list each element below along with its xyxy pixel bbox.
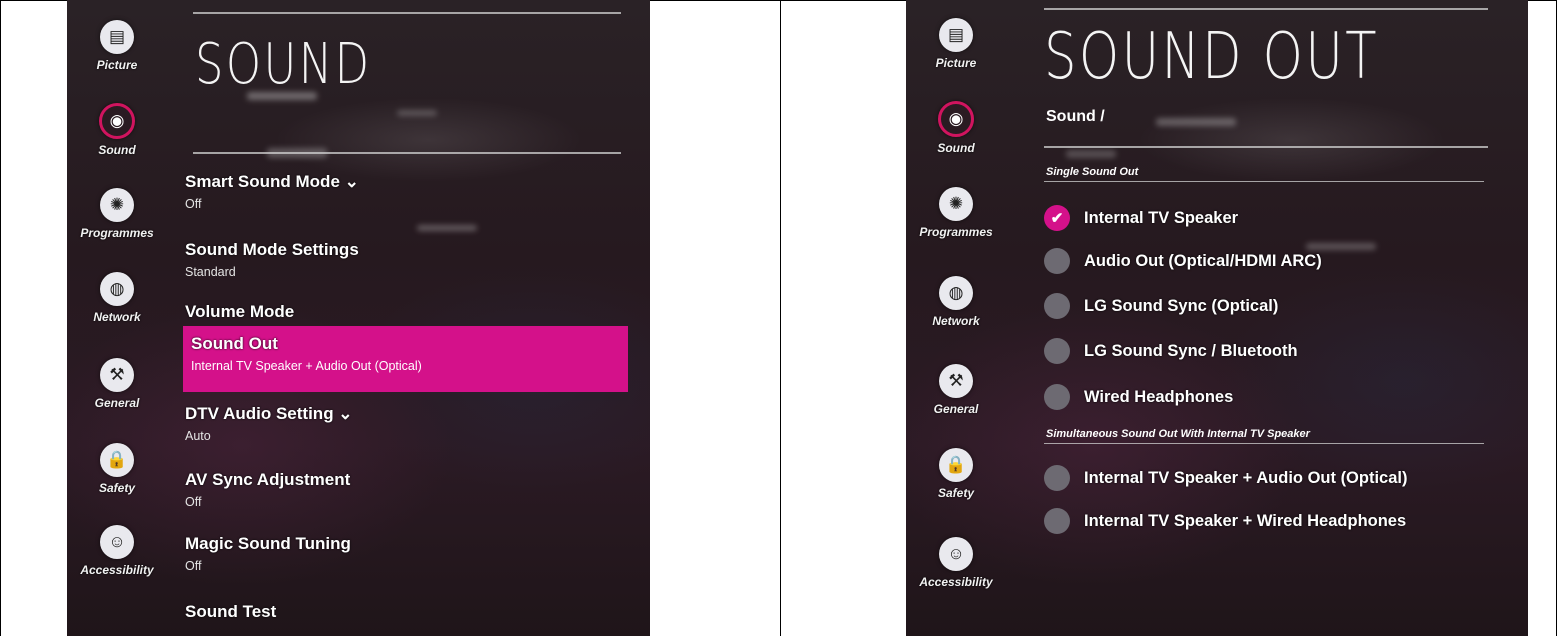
safety-icon: 🔒 xyxy=(100,443,134,477)
sidebar-item-sound[interactable]: ◉ Sound xyxy=(906,101,1006,155)
sound-icon: ◉ xyxy=(99,103,135,139)
sidebar-item-picture[interactable]: ▤ Picture xyxy=(906,18,1006,70)
sound-out-option[interactable]: Internal TV Speaker + Audio Out (Optical… xyxy=(1044,465,1407,491)
option-label: LG Sound Sync (Optical) xyxy=(1084,296,1279,315)
accessibility-icon: ☺ xyxy=(939,537,973,571)
menu-item-sound-test[interactable]: Sound Test xyxy=(185,602,625,622)
sidebar-item-programmes[interactable]: ✺ Programmes xyxy=(906,187,1006,239)
sidebar-item-label: Safety xyxy=(937,486,975,500)
radio-unchecked-icon[interactable] xyxy=(1044,384,1070,410)
sidebar-item-label: General xyxy=(94,396,140,410)
sidebar-item-accessibility[interactable]: ☺ Accessibility xyxy=(906,537,1006,589)
sidebar-item-safety[interactable]: 🔒 Safety xyxy=(67,443,167,495)
radio-unchecked-icon[interactable] xyxy=(1044,465,1070,491)
sound-out-option[interactable]: Wired Headphones xyxy=(1044,384,1233,410)
radio-unchecked-icon[interactable] xyxy=(1044,338,1070,364)
top-divider xyxy=(1044,8,1488,10)
menu-item-value: Off xyxy=(185,197,202,211)
safety-icon: 🔒 xyxy=(939,448,973,482)
option-label: Audio Out (Optical/HDMI ARC) xyxy=(1084,251,1322,270)
general-icon: ⚒ xyxy=(939,364,973,398)
menu-item-smart-sound-mode[interactable]: Smart Sound Mode ⌄ Off xyxy=(185,172,625,211)
sidebar-item-label: Sound xyxy=(98,143,136,157)
left-tv-screen: SOUND ▤ Picture ◉ Sound ✺ Programmes ◍ Network ⚒… xyxy=(67,0,650,636)
menu-item-value: Off xyxy=(185,559,202,573)
top-divider xyxy=(193,12,621,14)
section-label-single: Single Sound Out xyxy=(1046,166,1139,178)
menu-item-title: Magic Sound Tuning xyxy=(185,534,351,553)
section-divider xyxy=(1044,443,1484,444)
accessibility-icon: ☺ xyxy=(100,525,134,559)
sidebar-item-safety[interactable]: 🔒 Safety xyxy=(906,448,1006,500)
sound-out-option[interactable]: Internal TV Speaker + Wired Headphones xyxy=(1044,508,1406,534)
menu-item-title: Volume Mode xyxy=(185,302,295,321)
section-label-simultaneous: Simultaneous Sound Out With Internal TV … xyxy=(1046,428,1310,440)
option-label: Internal TV Speaker + Wired Headphones xyxy=(1084,511,1407,530)
sidebar-item-general[interactable]: ⚒ General xyxy=(906,364,1006,416)
programmes-icon: ✺ xyxy=(100,188,134,222)
menu-item-title: Sound Mode Settings xyxy=(185,240,359,259)
option-label: LG Sound Sync / Bluetooth xyxy=(1084,341,1298,360)
network-icon: ◍ xyxy=(939,276,973,310)
sidebar-item-network[interactable]: ◍ Network xyxy=(906,276,1006,328)
sound-out-option[interactable]: Audio Out (Optical/HDMI ARC) xyxy=(1044,248,1322,274)
menu-item-av-sync-adjustment[interactable]: AV Sync Adjustment Off xyxy=(185,470,625,509)
panel-divider xyxy=(780,0,781,636)
option-label: Internal TV Speaker xyxy=(1084,208,1239,227)
radio-unchecked-icon[interactable] xyxy=(1044,248,1070,274)
sidebar-item-label: Accessibility xyxy=(919,575,993,589)
sidebar-item-label: Programmes xyxy=(919,225,993,239)
title-divider xyxy=(193,152,621,154)
general-icon: ⚒ xyxy=(100,358,134,392)
menu-item-magic-sound-tuning[interactable]: Magic Sound Tuning Off xyxy=(185,534,625,573)
option-label: Wired Headphones xyxy=(1084,387,1234,406)
menu-item-value: Auto xyxy=(185,429,211,443)
section-divider xyxy=(1044,181,1484,182)
option-label: Internal TV Speaker + Audio Out (Optical… xyxy=(1084,468,1408,487)
right-tv-screen: SOUND OUT Sound / Single Sound Out Simul… xyxy=(906,0,1528,636)
sidebar-item-sound[interactable]: ◉ Sound xyxy=(67,103,167,157)
menu-item-value: Internal TV Speaker + Audio Out (Optical… xyxy=(191,359,422,373)
menu-item-title: Smart Sound Mode ⌄ xyxy=(185,172,359,191)
sidebar-item-label: Programmes xyxy=(80,226,154,240)
sidebar-item-label: Safety xyxy=(98,481,136,495)
sidebar-item-label: Picture xyxy=(96,58,138,72)
menu-item-title: Sound Test xyxy=(185,602,277,621)
menu-item-value: Standard xyxy=(185,265,236,279)
menu-item-sound-out[interactable]: Sound Out Internal TV Speaker + Audio Out… xyxy=(183,326,628,392)
menu-item-sound-mode-settings[interactable]: Sound Mode Settings Standard xyxy=(185,240,625,279)
sidebar-item-network[interactable]: ◍ Network xyxy=(67,272,167,324)
sidebar-item-label: General xyxy=(933,402,979,416)
menu-item-title: Sound Out xyxy=(191,334,278,353)
sound-icon: ◉ xyxy=(938,101,974,137)
menu-item-title: DTV Audio Setting ⌄ xyxy=(185,404,353,423)
sound-out-option[interactable]: LG Sound Sync (Optical) xyxy=(1044,293,1278,319)
title-divider xyxy=(1044,146,1488,148)
programmes-icon: ✺ xyxy=(939,187,973,221)
sidebar-item-picture[interactable]: ▤ Picture xyxy=(67,20,167,72)
page-title: SOUND OUT xyxy=(1044,20,1379,94)
menu-item-title: AV Sync Adjustment xyxy=(185,470,351,489)
sound-out-option[interactable]: LG Sound Sync / Bluetooth xyxy=(1044,338,1298,364)
radio-unchecked-icon[interactable] xyxy=(1044,508,1070,534)
menu-item-dtv-audio-setting[interactable]: DTV Audio Setting ⌄ Auto xyxy=(185,404,625,443)
picture-icon: ▤ xyxy=(939,18,973,52)
sidebar-item-label: Accessibility xyxy=(80,563,154,577)
breadcrumb[interactable]: Sound / xyxy=(1046,108,1105,126)
sidebar-item-accessibility[interactable]: ☺ Accessibility xyxy=(67,525,167,577)
menu-item-volume-mode[interactable]: Volume Mode xyxy=(185,302,625,322)
sidebar-item-label: Sound xyxy=(937,141,975,155)
sidebar-item-label: Network xyxy=(93,310,141,324)
sidebar-item-label: Network xyxy=(932,314,980,328)
picture-icon: ▤ xyxy=(100,20,134,54)
radio-unchecked-icon[interactable] xyxy=(1044,293,1070,319)
sidebar-item-programmes[interactable]: ✺ Programmes xyxy=(67,188,167,240)
sidebar-item-general[interactable]: ⚒ General xyxy=(67,358,167,410)
sound-out-option[interactable]: ✔ Internal TV Speaker xyxy=(1044,205,1238,231)
page-title: SOUND xyxy=(195,32,372,97)
network-icon: ◍ xyxy=(100,272,134,306)
sidebar-item-label: Picture xyxy=(935,56,977,70)
menu-item-value: Off xyxy=(185,495,202,509)
radio-checked-icon[interactable]: ✔ xyxy=(1044,205,1070,231)
